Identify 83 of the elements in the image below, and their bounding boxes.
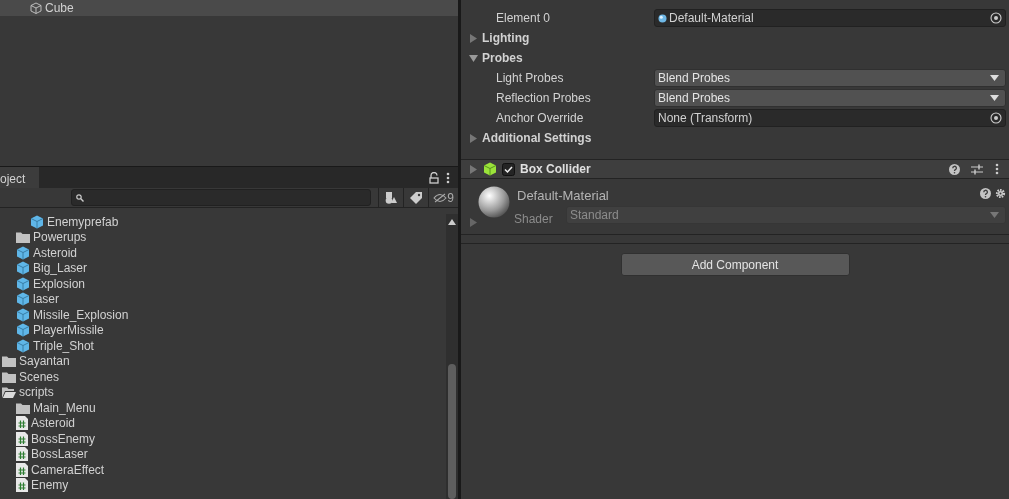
script-file-icon [16, 478, 28, 493]
project-tab[interactable]: oject [0, 167, 40, 188]
foldout-header[interactable]: Additional Settings [461, 129, 592, 147]
sliders-icon [971, 163, 983, 175]
expanded-arrow-icon [469, 53, 478, 63]
asset-item[interactable]: Asteroid [0, 415, 446, 431]
field-label: Anchor Override [495, 110, 585, 127]
folder-icon [16, 401, 30, 414]
cube-icon [16, 338, 30, 353]
open-folder-icon [2, 386, 16, 399]
eye-slash-icon [433, 192, 448, 203]
cube-icon [16, 292, 30, 307]
field-label: Light Probes [495, 70, 565, 87]
asset-item[interactable]: Enemy [0, 477, 446, 493]
material-ball-icon [658, 13, 667, 23]
folder-item[interactable]: Sayantan [0, 353, 446, 369]
cube-icon [16, 261, 30, 276]
target-icon [990, 112, 1002, 124]
cube-icon [16, 307, 30, 322]
collider-cube-icon [483, 162, 497, 176]
search-field[interactable] [71, 189, 371, 206]
collapsed-arrow-icon [469, 164, 478, 174]
scrollbar[interactable] [446, 214, 458, 499]
asset-item[interactable]: Enemyprefab [0, 214, 446, 230]
cube-icon [30, 214, 44, 229]
caret-icon [990, 212, 999, 218]
shapes-icon [384, 191, 398, 204]
collapsed-arrow-icon [469, 33, 478, 43]
folder-item[interactable]: Scenes [0, 369, 446, 385]
help-icon [980, 188, 991, 199]
more-options-icon [995, 163, 999, 175]
search-icon [76, 193, 84, 202]
asset-item[interactable]: BossLaser [0, 446, 446, 462]
folder-item[interactable]: Powerups [0, 229, 446, 245]
object-field[interactable]: None (Transform) [654, 109, 1006, 127]
asset-item[interactable]: Triple_Shot [0, 338, 446, 354]
cube-icon [30, 2, 42, 14]
cube-icon [16, 323, 30, 338]
scroll-up-icon[interactable] [448, 219, 456, 225]
dropdown[interactable]: Blend Probes [654, 69, 1006, 87]
material-name: Default-Material [517, 187, 609, 205]
collapsed-arrow-icon [469, 133, 478, 143]
shader-label: Shader [514, 211, 553, 228]
add-component-button[interactable]: Add Component [620, 253, 850, 276]
target-icon [990, 12, 1002, 24]
sphere-preview-icon [478, 186, 510, 218]
cube-icon [16, 276, 30, 291]
field-label: Element 0 [495, 10, 552, 27]
asset-item[interactable]: Asteroid [0, 245, 446, 261]
help-icon [949, 163, 960, 175]
caret-icon [990, 95, 999, 101]
script-file-icon [16, 447, 28, 462]
folder-icon [2, 370, 16, 383]
hierarchy-row[interactable]: Cube [0, 0, 458, 16]
asset-item[interactable]: CameraEffect [0, 462, 446, 478]
foldout-header[interactable]: Lighting [461, 29, 530, 47]
cube-icon [16, 245, 30, 260]
gear-icon [995, 188, 1006, 199]
tag-icon [410, 191, 422, 204]
asset-item[interactable]: PlayerMissile [0, 322, 446, 338]
scrollbar-thumb[interactable] [448, 364, 456, 499]
script-file-icon [16, 431, 28, 446]
asset-item[interactable]: Big_Laser [0, 260, 446, 276]
more-options-icon[interactable] [446, 172, 450, 184]
lock-icon[interactable] [429, 172, 439, 184]
field-label: Reflection Probes [495, 90, 592, 107]
caret-icon [990, 75, 999, 81]
script-file-icon [16, 462, 28, 477]
object-field[interactable]: Default-Material [654, 9, 1006, 27]
folder-item[interactable]: scripts [0, 384, 446, 400]
dropdown[interactable]: Blend Probes [654, 89, 1006, 107]
checkbox[interactable] [502, 162, 515, 176]
folder-icon [16, 231, 30, 244]
asset-item[interactable]: BossEnemy [0, 431, 446, 447]
script-file-icon [16, 416, 28, 431]
asset-item[interactable]: Explosion [0, 276, 446, 292]
foldout-header[interactable]: Probes [461, 49, 523, 67]
asset-item[interactable]: laser [0, 291, 446, 307]
component-title: Box Collider [520, 161, 592, 178]
collapsed-arrow-icon [469, 218, 478, 227]
asset-item[interactable]: Missile_Explosion [0, 307, 446, 323]
folder-icon [2, 355, 16, 368]
folder-item[interactable]: Main_Menu [0, 400, 446, 416]
